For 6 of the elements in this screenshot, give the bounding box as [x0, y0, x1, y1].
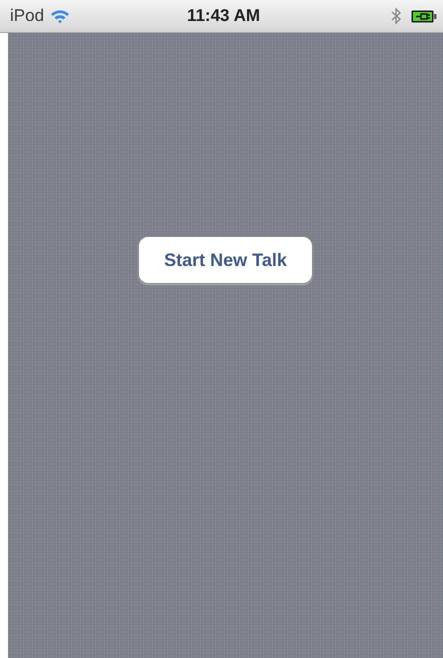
carrier-label: iPod [10, 6, 44, 26]
status-time: 11:43 AM [186, 6, 260, 26]
bluetooth-icon [391, 7, 401, 25]
battery-charging-icon [411, 10, 437, 22]
start-new-talk-button[interactable]: Start New Talk [138, 236, 313, 284]
wifi-icon [50, 8, 70, 24]
